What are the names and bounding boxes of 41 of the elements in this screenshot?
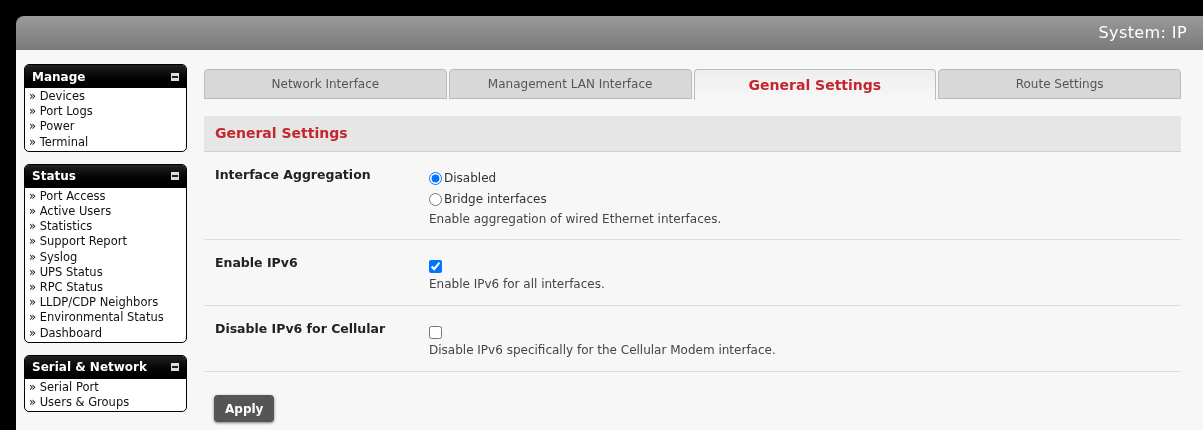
sidebar-link[interactable]: » LLDP/CDP Neighbors	[29, 295, 182, 311]
collapse-icon[interactable]	[171, 363, 179, 372]
section-title: General Settings	[215, 124, 348, 143]
panel-title: Manage	[32, 68, 86, 86]
sidebar-link[interactable]: » Support Report	[29, 234, 182, 250]
sidebar-link[interactable]: » Environmental Status	[29, 310, 182, 326]
checkbox[interactable]	[429, 260, 442, 273]
sidebar-link[interactable]: » RPC Status	[29, 280, 182, 296]
option-label[interactable]: Disabled	[444, 168, 497, 189]
tab[interactable]: Management LAN Interface	[448, 69, 692, 99]
sidebar-link[interactable]: » Statistics	[29, 219, 182, 235]
radio-button[interactable]	[429, 193, 442, 206]
setting-label: Disable IPv6 for Cellular	[215, 320, 387, 338]
radio-button[interactable]	[429, 172, 442, 185]
tab[interactable]: Network Interface	[204, 69, 447, 99]
sidebar-link[interactable]: » Syslog	[29, 249, 182, 265]
sidebar-link[interactable]: » UPS Status	[29, 264, 182, 281]
sidebar-link[interactable]: » Port Access	[29, 188, 182, 204]
tab[interactable]: Route Settings	[938, 69, 1181, 99]
checkbox[interactable]	[429, 326, 442, 339]
panel-title: Status	[32, 168, 76, 186]
setting-label: Enable IPv6	[215, 254, 299, 272]
apply-button[interactable]: Apply	[214, 395, 275, 422]
sidebar-link[interactable]: » Devices	[29, 89, 182, 105]
sidebar-link[interactable]: » Serial Port	[29, 379, 182, 396]
collapse-icon[interactable]	[171, 72, 179, 81]
tab[interactable]: General Settings	[693, 69, 937, 100]
page-title: System: IP	[1098, 22, 1187, 44]
sidebar-link[interactable]: » Active Users	[29, 204, 182, 220]
option-label[interactable]: Bridge interfaces	[444, 189, 547, 210]
collapse-icon[interactable]	[171, 172, 179, 181]
panel-title: Serial & Network	[32, 359, 147, 377]
help-text: Disable IPv6 specifically for the Cellular Modem interface.	[429, 342, 776, 359]
sidebar-link[interactable]: » Dashboard	[29, 325, 182, 341]
help-text: Enable IPv6 for all interfaces.	[429, 276, 605, 293]
sidebar-link[interactable]: » Port Logs	[29, 104, 182, 120]
sidebar-link[interactable]: » Users & Groups	[29, 395, 182, 411]
setting-label: Interface Aggregation	[215, 166, 372, 184]
sidebar-link[interactable]: » Terminal	[29, 134, 182, 150]
sidebar-link[interactable]: » Power	[29, 119, 182, 135]
help-text: Enable aggregation of wired Ethernet interfaces.	[429, 211, 722, 228]
